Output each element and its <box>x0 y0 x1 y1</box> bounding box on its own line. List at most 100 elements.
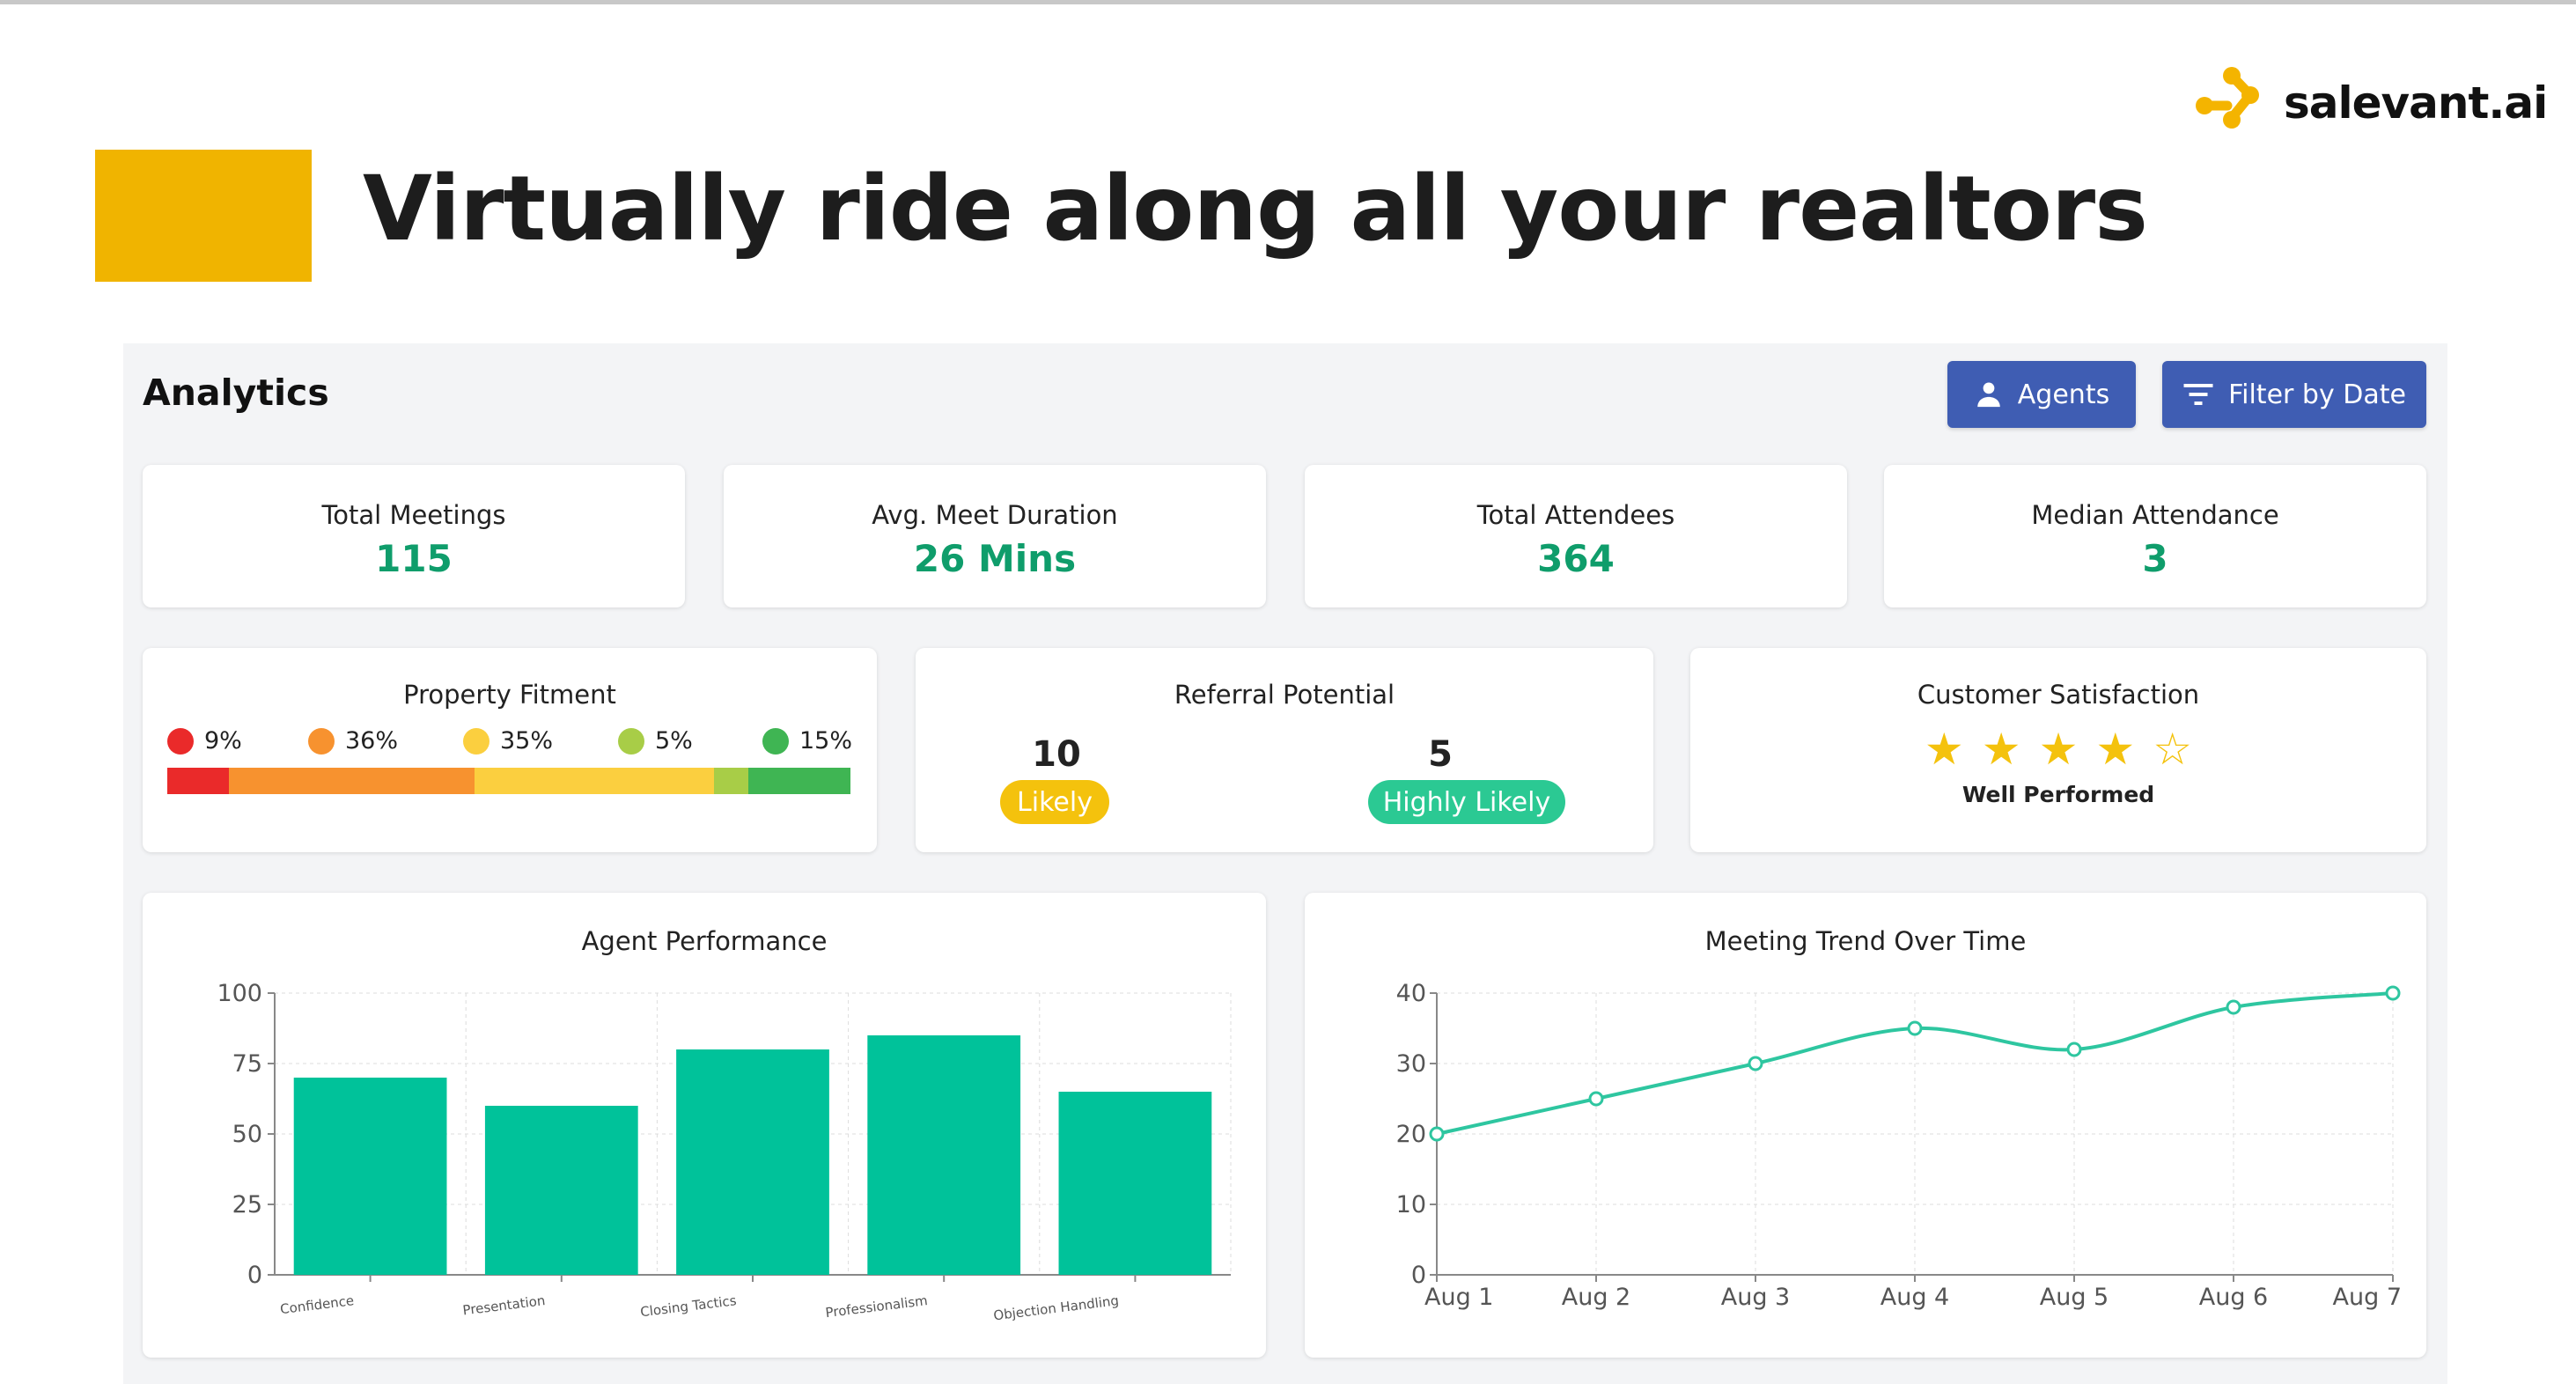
fitment-dot <box>308 727 335 755</box>
kpi-card-median-attendance: Median Attendance 3 <box>1884 465 2426 607</box>
likely-count: 10 <box>1032 734 1081 775</box>
likely-badge: Likely <box>1000 780 1109 824</box>
logo-text: salevant.ai <box>2284 77 2548 129</box>
x-tick-label: Aug 1 <box>1424 1284 1493 1311</box>
y-tick-label: 100 <box>217 980 262 1007</box>
fitment-bar-segment <box>228 768 475 794</box>
star-filled-icon: ★ <box>1981 724 2021 775</box>
fitment-stacked-bar <box>167 768 850 794</box>
x-tick-label: Closing Tactics <box>639 1292 737 1320</box>
title-accent-block <box>95 150 312 282</box>
fitment-dot <box>463 727 489 755</box>
customer-satisfaction-card: Customer Satisfaction ★ ★ ★ ★ ☆ Well Perform… <box>1690 648 2426 852</box>
agents-button[interactable]: Agents <box>1947 361 2136 428</box>
connected-nodes-logo-icon <box>2196 67 2259 129</box>
meeting-trend-chart: 010203040Aug 1 Aug 2 Aug 3 Aug 4 Aug 5 Aug 6A… <box>1396 980 2402 1311</box>
agents-button-label: Agents <box>2017 379 2110 410</box>
salevant-logo: salevant.ai <box>2192 63 2548 143</box>
x-tick-label: Aug 4 <box>1880 1284 1949 1311</box>
bar <box>484 1106 638 1275</box>
fitment-percent: 9% <box>204 727 242 755</box>
fitment-dot <box>762 727 789 755</box>
fitment-bar-segment <box>713 768 748 794</box>
fitment-bar-segment <box>475 768 714 794</box>
fitment-percent: 36% <box>345 727 399 755</box>
kpi-value: 115 <box>375 537 453 580</box>
kpi-label: Total Attendees <box>1476 500 1675 530</box>
bar <box>293 1078 447 1275</box>
x-tick-label: Objection Handling <box>992 1292 1119 1323</box>
star-rating: ★ ★ ★ ★ ☆ <box>1690 727 2426 771</box>
agent-performance-card: Agent Performance 0 25 50 75 100 Confidence Pr… <box>143 893 1266 1358</box>
y-tick-label: 75 <box>232 1050 262 1078</box>
fitment-percent: 15% <box>799 727 853 755</box>
highly-likely-count: 5 <box>1428 734 1453 775</box>
analytics-title: Analytics <box>143 372 329 414</box>
star-filled-icon: ★ <box>2038 724 2079 775</box>
y-tick-label: 25 <box>232 1191 262 1218</box>
bar <box>1058 1092 1212 1275</box>
fitment-legend-item: 36% <box>308 727 398 755</box>
x-tick-label: Aug 7 <box>2333 1284 2402 1311</box>
star-empty-icon: ☆ <box>2153 724 2193 775</box>
fitment-legend-item: 15% <box>762 727 852 755</box>
x-tick-label: Confidence <box>279 1292 355 1317</box>
top-rule <box>0 0 2576 4</box>
x-tick-label: Aug 5 <box>2040 1284 2109 1311</box>
kpi-card-avg-meet-duration: Avg. Meet Duration 26 Mins <box>724 465 1266 607</box>
referral-potential-label: Referral Potential <box>1174 680 1395 710</box>
bar <box>676 1049 829 1275</box>
fitment-legend: 9% 36% 35% 5% 15% <box>167 727 852 762</box>
filter-icon <box>2183 384 2213 405</box>
y-tick-label: 30 <box>1396 1050 1426 1078</box>
satisfaction-text: Well Performed <box>1961 782 2155 807</box>
y-tick-label: 10 <box>1396 1191 1426 1218</box>
fitment-legend-item: 9% <box>167 727 242 755</box>
x-tick-label: Presentation <box>462 1292 547 1318</box>
fitment-dot <box>167 727 194 755</box>
agent-performance-chart: 0 25 50 75 100 Confidence Presentation Closing … <box>217 980 1232 1323</box>
data-point <box>2226 999 2241 1015</box>
star-filled-icon: ★ <box>2095 724 2136 775</box>
star-filled-icon: ★ <box>1924 724 1964 775</box>
fitment-legend-item: 5% <box>618 727 693 755</box>
highly-likely-badge: Highly Likely <box>1368 780 1565 824</box>
y-tick-label: 50 <box>232 1121 262 1148</box>
fitment-percent: 5% <box>655 727 693 755</box>
slide-title: Virtually ride along all your realtors <box>363 157 2148 261</box>
x-tick-label: Aug 3 <box>1721 1284 1790 1311</box>
kpi-card-total-attendees: Total Attendees 364 <box>1305 465 1847 607</box>
user-icon <box>1977 382 2000 408</box>
property-fitment-label: Property Fitment <box>403 680 616 710</box>
x-tick-label: Professionalism <box>825 1292 929 1321</box>
y-tick-label: 40 <box>1396 980 1426 1007</box>
kpi-label: Median Attendance <box>2031 500 2279 530</box>
bar <box>867 1035 1021 1275</box>
data-point <box>1907 1020 1923 1036</box>
meeting-trend-card: Meeting Trend Over Time 0 10 20 30 40 Aug 1 Au… <box>1305 893 2426 1358</box>
data-point <box>1588 1091 1604 1107</box>
kpi-label: Total Meetings <box>321 500 506 530</box>
y-tick-label: 0 <box>247 1262 262 1289</box>
filter-button-label: Filter by Date <box>2228 379 2406 410</box>
customer-satisfaction-label: Customer Satisfaction <box>1917 680 2200 710</box>
filter-by-date-button[interactable]: Filter by Date <box>2162 361 2426 428</box>
fitment-legend-item: 35% <box>463 727 553 755</box>
analytics-panel: Analytics Agents Filter by Date Total Me… <box>123 343 2447 1384</box>
fitment-bar-segment <box>167 768 229 794</box>
kpi-card-total-meetings: Total Meetings 115 <box>143 465 685 607</box>
fitment-percent: 35% <box>500 727 554 755</box>
kpi-value: 364 <box>1537 537 1615 580</box>
kpi-value: 26 Mins <box>913 537 1077 580</box>
data-point <box>1429 1126 1445 1142</box>
kpi-value: 3 <box>2142 537 2168 580</box>
y-tick-label: 20 <box>1396 1121 1426 1148</box>
data-point <box>1748 1056 1763 1071</box>
property-fitment-card: Property Fitment 9% 36% 35% 5% 15% <box>143 648 877 852</box>
fitment-bar-segment <box>747 768 850 794</box>
data-point <box>2385 985 2401 1001</box>
fitment-dot <box>618 727 644 755</box>
data-point <box>2066 1042 2082 1057</box>
x-tick-label: Aug 6 <box>2199 1284 2268 1311</box>
referral-potential-card: Referral Potential 10 Likely 5 Highly Li… <box>916 648 1653 852</box>
